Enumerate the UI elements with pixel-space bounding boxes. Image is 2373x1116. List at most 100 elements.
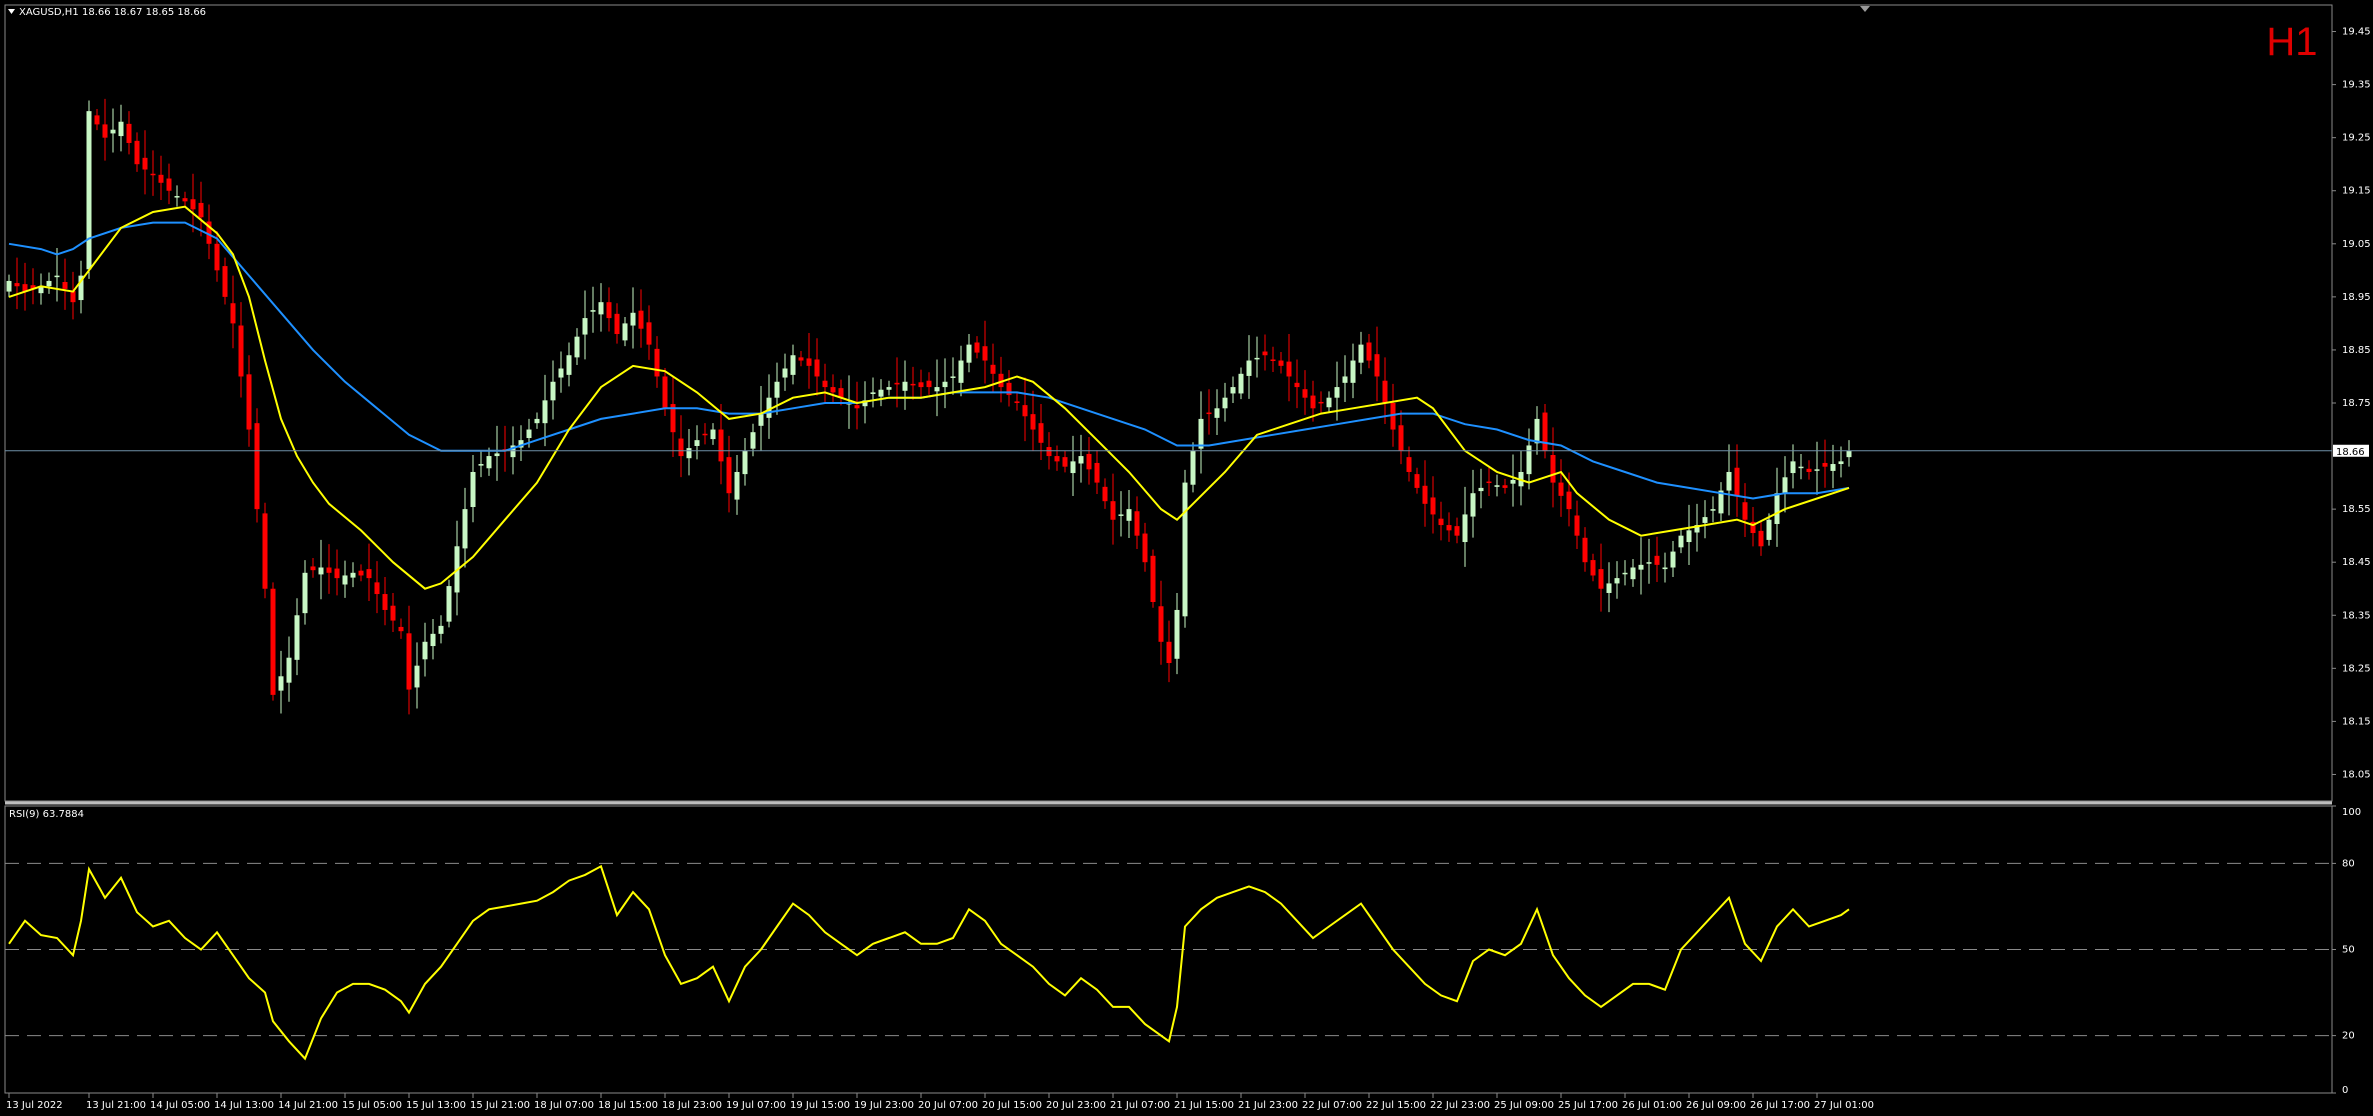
candle-body (1686, 530, 1692, 543)
price-tick-label: 18.75 (2342, 398, 2371, 409)
time-tick-label: 26 Jul 09:00 (1686, 1100, 1746, 1111)
candle-body (1478, 487, 1484, 492)
candle-body (1390, 403, 1396, 430)
candle-body (1838, 461, 1844, 465)
candle-body (190, 199, 196, 210)
time-tick-label: 21 Jul 15:00 (1174, 1100, 1234, 1111)
candle-body (1526, 445, 1532, 475)
candle-body (806, 358, 812, 366)
candle-body (830, 387, 836, 393)
candle-body (358, 570, 364, 576)
candle-body (238, 325, 244, 377)
candle-body (1470, 493, 1476, 517)
trading-chart[interactable]: XAGUSD,H1 18.66 18.67 18.65 18.66 H1 19.… (0, 0, 2373, 1116)
candle-body (1662, 567, 1668, 570)
candle-body (134, 140, 140, 165)
candle-body (1318, 401, 1324, 404)
candle-body (1222, 397, 1228, 409)
candle-body (902, 381, 908, 391)
time-tick-label: 26 Jul 17:00 (1750, 1100, 1810, 1111)
candle-body (582, 318, 588, 335)
candle-body (526, 429, 532, 439)
time-tick-label: 22 Jul 15:00 (1366, 1100, 1426, 1111)
candle-body (542, 400, 548, 424)
candle-body (750, 432, 756, 449)
candle-body (1014, 401, 1020, 403)
price-tick-label: 18.15 (2342, 716, 2371, 727)
time-tick-label: 15 Jul 13:00 (406, 1100, 466, 1111)
candle-body (470, 471, 476, 508)
candle-body (878, 389, 884, 397)
candle-body (598, 302, 604, 315)
time-tick-label: 13 Jul 2022 (6, 1100, 63, 1111)
candle-body (246, 374, 252, 430)
time-tick-label: 18 Jul 15:00 (598, 1100, 658, 1111)
candle-body (774, 381, 780, 398)
candle-body (1446, 525, 1452, 531)
candle-body (678, 438, 684, 457)
candle-body (1798, 466, 1804, 469)
time-tick-label: 13 Jul 21:00 (86, 1100, 146, 1111)
candle-body (1422, 485, 1428, 504)
ma-fast-line (8, 205, 1850, 590)
candle-body (1182, 482, 1188, 617)
candle-body (1334, 387, 1340, 398)
candle-body (1590, 560, 1596, 576)
candle-body (758, 413, 764, 426)
price-tick-label: 18.25 (2342, 663, 2371, 674)
candle-body (1638, 564, 1644, 570)
time-tick-label: 14 Jul 13:00 (214, 1100, 274, 1111)
candle-body (1150, 555, 1156, 602)
candle-body (118, 121, 124, 137)
candle-body (1670, 551, 1676, 568)
candle-body (142, 157, 148, 170)
candle-body (1270, 359, 1276, 361)
candle-body (214, 243, 220, 271)
time-tick-label: 27 Jul 01:00 (1814, 1100, 1874, 1111)
candle-body (302, 572, 308, 614)
current-price-line: 18.66 (5, 444, 2369, 458)
rsi-tick-label: 0 (2342, 1085, 2348, 1096)
candle-body (254, 423, 260, 510)
candle-body (1414, 474, 1420, 488)
candle-body (814, 359, 820, 377)
candle-body (1486, 481, 1492, 484)
candle-body (1574, 515, 1580, 536)
candle-body (182, 198, 188, 202)
candle-body (478, 464, 484, 466)
price-tick-label: 19.15 (2342, 186, 2371, 197)
candle-body (1366, 342, 1372, 361)
candle-body (126, 123, 132, 143)
candle-body (1614, 578, 1620, 584)
candle-body (1078, 456, 1084, 464)
candle-body (974, 342, 980, 353)
price-tick-label: 18.95 (2342, 292, 2371, 303)
candle-body (614, 313, 620, 335)
candle-body (1206, 412, 1212, 415)
dropdown-arrow-icon[interactable] (8, 9, 15, 14)
candle-body (1102, 486, 1108, 502)
time-tick-label: 14 Jul 21:00 (278, 1100, 338, 1111)
candle-body (822, 380, 828, 388)
shift-marker-icon[interactable] (1860, 6, 1870, 12)
candle-body (1350, 360, 1356, 383)
candle-body (1174, 609, 1180, 659)
candle-body (1622, 572, 1628, 575)
candle-body (1702, 517, 1708, 523)
candle-body (630, 312, 636, 326)
candle-body (486, 456, 492, 469)
time-tick-label: 14 Jul 05:00 (150, 1100, 210, 1111)
rsi-tick-label: 100 (2342, 807, 2361, 818)
candle-body (1462, 514, 1468, 543)
time-tick-label: 25 Jul 17:00 (1558, 1100, 1618, 1111)
candle-body (710, 429, 716, 440)
candle-body (1294, 382, 1300, 388)
candle-body (366, 569, 372, 579)
candle-body (1406, 457, 1412, 472)
price-tick-label: 19.35 (2342, 80, 2371, 91)
candle-body (1310, 395, 1316, 409)
candle-body (14, 283, 20, 287)
candle-body (110, 129, 116, 134)
price-tick-label: 19.05 (2342, 239, 2371, 250)
candle-body (1086, 453, 1092, 470)
